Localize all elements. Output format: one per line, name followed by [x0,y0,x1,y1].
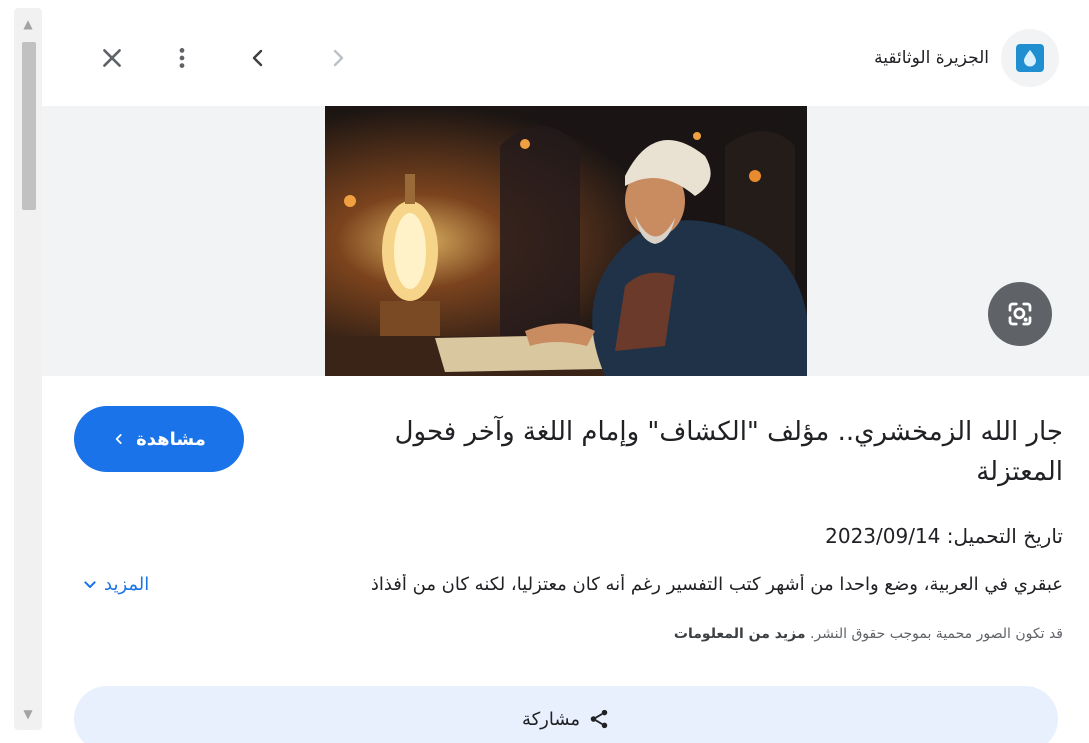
chevron-down-icon [84,580,96,588]
panel-header: الجزيرة الوثائقية [42,8,1089,106]
chevron-left-icon [252,49,263,67]
close-icon [103,49,121,67]
copyright-more-info-link[interactable]: مزيد من المعلومات [674,626,806,642]
share-button[interactable]: مشاركة [74,686,1058,743]
more-label: المزيد [104,574,150,595]
more-button[interactable]: المزيد [82,574,149,595]
upload-date: تاريخ التحميل: 2023/09/14 [825,524,1063,548]
visual-search-button[interactable] [988,282,1052,346]
lens-icon [1008,302,1032,326]
image-detail-panel: الجزيرة الوثائقية جار الله الزمخشري.. مؤ… [42,8,1089,743]
scroll-up-arrow-icon[interactable]: ▲ [14,10,42,38]
share-label: مشاركة [521,708,581,730]
more-options-button[interactable] [162,38,202,78]
main-image[interactable] [325,106,807,376]
source-name: الجزيرة الوثائقية [874,48,989,68]
share-icon [590,709,608,729]
scroll-thumb[interactable] [22,42,36,210]
scrollbar[interactable]: ▲ ▼ [14,8,42,730]
scroll-down-arrow-icon[interactable]: ▼ [14,700,42,728]
image-area [42,106,1089,376]
next-button[interactable] [318,38,358,78]
chevron-left-icon [115,434,122,444]
watch-label: مشاهدة [136,428,206,450]
source-logo [1001,29,1059,87]
chevron-right-icon [333,49,344,67]
description-text: عبقري في العربية، وضع واحدا من أشهر كتب … [370,574,1063,595]
copyright-notice: قد تكون الصور محمية بموجب حقوق النشر. مز… [674,626,1063,642]
previous-button[interactable] [238,38,278,78]
copyright-text: قد تكون الصور محمية بموجب حقوق النشر. [809,626,1063,642]
drop-logo-icon [1024,50,1036,67]
more-vert-icon [179,48,185,68]
source-link[interactable]: الجزيرة الوثائقية [874,28,1059,88]
result-title[interactable]: جار الله الزمخشري.. مؤلف "الكشاف" وإمام … [323,412,1063,492]
watch-button[interactable]: مشاهدة [74,406,244,472]
close-button[interactable] [92,38,132,78]
